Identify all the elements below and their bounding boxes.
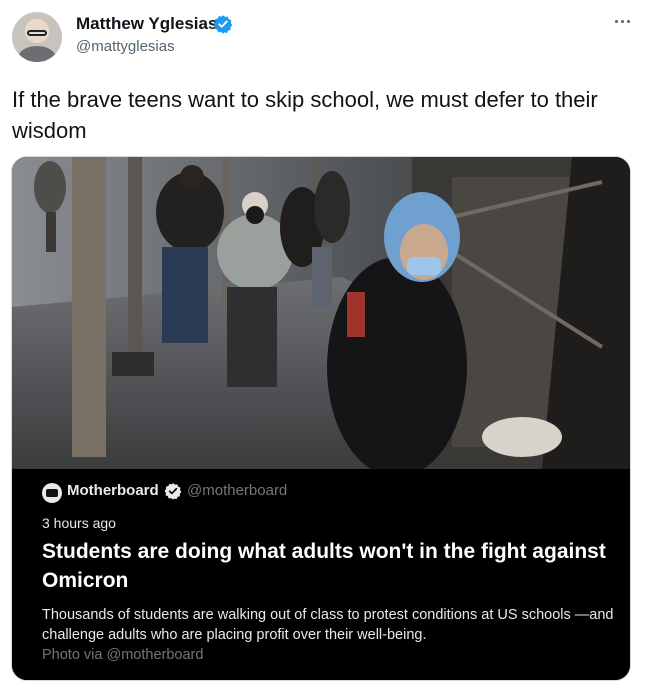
article-title[interactable]: Students are doing what adults won't in … <box>42 537 612 595</box>
article-photo[interactable] <box>12 157 631 469</box>
tweet-header: Matthew Yglesias @mattyglesias <box>0 0 650 70</box>
more-dot <box>620 19 624 23</box>
more-dot <box>614 19 618 23</box>
quoted-account-handle[interactable]: @motherboard <box>187 482 287 499</box>
verified-badge-icon <box>164 483 182 500</box>
quoted-tweet-body: Motherboard @motherboard 3 hours ago Stu… <box>12 469 630 680</box>
avatar-shoulders <box>18 46 56 62</box>
article-description: Thousands of students are walking out of… <box>42 607 614 643</box>
author-handle[interactable]: @mattyglesias <box>76 38 175 55</box>
motherboard-avatar-icon[interactable] <box>42 483 62 503</box>
more-dot <box>626 19 630 23</box>
author-name[interactable]: Matthew Yglesias <box>76 14 217 34</box>
avatar-glasses <box>27 30 47 36</box>
tweet-text: If the brave teens want to skip school, … <box>12 87 598 143</box>
avatar[interactable] <box>12 12 62 62</box>
quoted-timestamp[interactable]: 3 hours ago <box>42 515 116 531</box>
verified-badge-icon <box>213 15 233 34</box>
photo-credit: Photo via @motherboard <box>42 647 204 663</box>
more-options-icon[interactable] <box>610 14 634 28</box>
quoted-account-name[interactable]: Motherboard <box>67 482 159 499</box>
quoted-tweet-card[interactable]: Motherboard @motherboard 3 hours ago Stu… <box>11 156 631 681</box>
